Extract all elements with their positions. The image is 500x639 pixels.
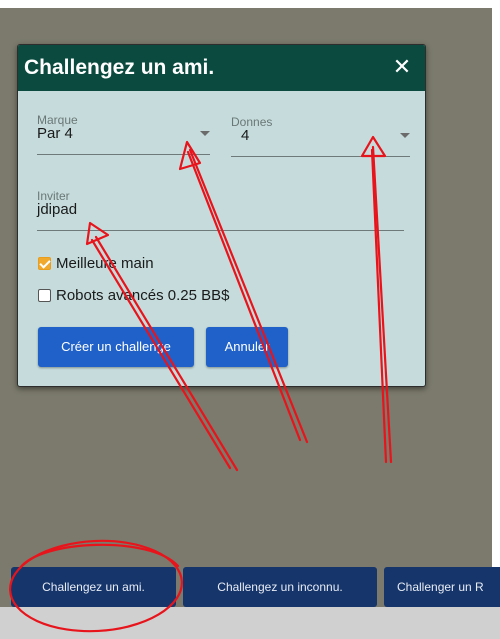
right-edge — [492, 0, 500, 639]
chevron-down-icon — [400, 133, 410, 138]
challenge-dialog: Challengez un ami. ✕ Marque Par 4 Donnes… — [17, 44, 426, 387]
dialog-title: Challengez un ami. — [24, 56, 215, 79]
inviter-value: jdipad — [37, 201, 78, 218]
challenge-stranger-button[interactable]: Challengez un inconnu. — [183, 567, 377, 607]
marque-value: Par 4 — [37, 125, 73, 142]
donnes-label: Donnes — [231, 115, 273, 129]
page: Challengez un ami. ✕ Marque Par 4 Donnes… — [0, 0, 500, 639]
donnes-select[interactable]: Donnes 4 — [231, 115, 410, 157]
chevron-down-icon — [200, 131, 210, 136]
bottom-edge — [0, 607, 500, 639]
inviter-field[interactable]: Inviter jdipad — [37, 189, 404, 231]
donnes-value: 4 — [241, 127, 250, 144]
challenge-friend-button[interactable]: Challengez un ami. — [11, 567, 176, 607]
dialog-header: Challengez un ami. ✕ — [18, 45, 425, 91]
marque-underline — [37, 154, 210, 155]
donnes-underline — [231, 156, 410, 157]
option-label: Robots avancés 0.25 BB$ — [56, 287, 230, 304]
checkbox-checked[interactable] — [38, 257, 51, 270]
close-icon[interactable]: ✕ — [391, 56, 413, 78]
challenge-robot-button[interactable]: Challenger un R — [384, 567, 500, 607]
create-challenge-button[interactable]: Créer un challenge — [38, 327, 194, 367]
marque-select[interactable]: Marque Par 4 — [37, 113, 210, 155]
checkbox-unchecked[interactable] — [38, 289, 51, 302]
cancel-button[interactable]: Annuler — [206, 327, 288, 367]
inviter-underline — [37, 230, 404, 231]
option-label: Meilleure main — [56, 255, 154, 272]
